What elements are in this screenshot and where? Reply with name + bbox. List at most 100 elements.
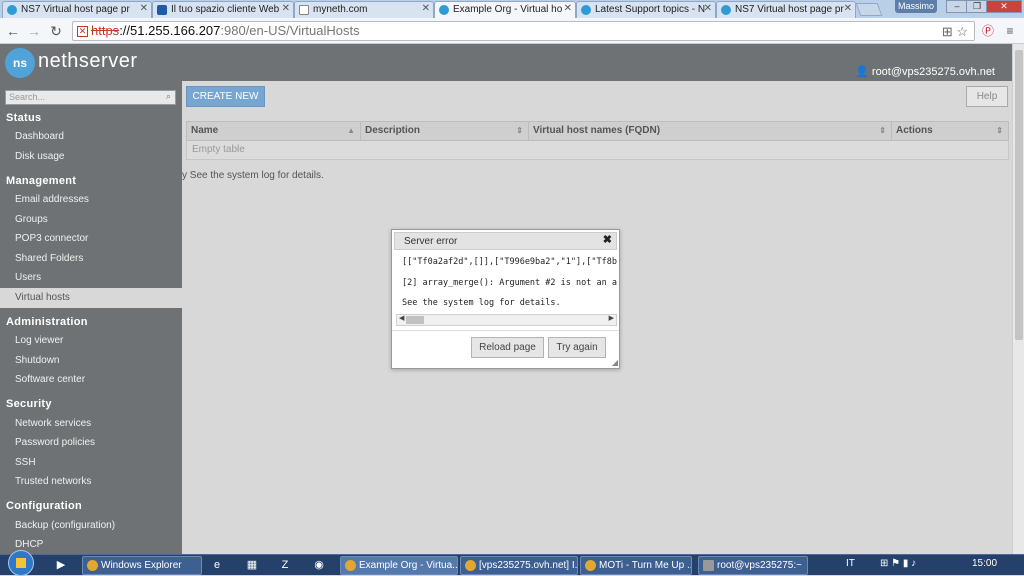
forward-arrow-icon[interactable]: → [25, 22, 43, 40]
try-again-button[interactable]: Try again [548, 337, 606, 358]
sidebar-item-log-viewer[interactable]: Log viewer [0, 331, 182, 351]
close-tab-icon[interactable]: ✕ [282, 3, 290, 14]
calculator-icon[interactable]: ▦ [243, 557, 261, 573]
search-icon[interactable]: ⌕ [166, 91, 171, 102]
nethserver-favicon-icon [439, 5, 449, 15]
minimize-icon[interactable]: – [946, 0, 968, 13]
page-scrollbar[interactable] [1012, 44, 1024, 554]
close-tab-icon[interactable]: ✕ [844, 3, 852, 14]
wix-favicon-icon [157, 5, 167, 15]
create-new-button[interactable]: CREATE NEW [186, 86, 265, 107]
window-close-icon[interactable]: ✕ [986, 0, 1022, 13]
close-tab-icon[interactable]: ✕ [422, 3, 430, 14]
tab-label: Latest Support topics - N [595, 4, 706, 15]
start-button-icon[interactable] [8, 550, 34, 576]
help-button[interactable]: Help [966, 86, 1008, 107]
sidebar-item-shared-folders[interactable]: Shared Folders [0, 249, 182, 269]
browser-tab[interactable]: Il tuo spazio cliente Web ✕ [152, 1, 294, 18]
chrome-icon [345, 560, 356, 571]
restore-icon[interactable]: ❐ [966, 0, 988, 13]
reload-page-button[interactable]: Reload page [471, 337, 544, 358]
sidebar-item-disk-usage[interactable]: Disk usage [0, 147, 182, 167]
browser-tab-active[interactable]: Example Org - Virtual ho ✕ [434, 1, 576, 18]
taskbar-task[interactable]: Windows Explorer [82, 556, 202, 575]
tray-icons[interactable]: ⊞ ⚑ ▮ ♪ [880, 558, 916, 569]
user-menu[interactable]: 👤 root@vps235275.ovh.net [855, 65, 995, 78]
nethserver-favicon-icon [721, 5, 731, 15]
sidebar-item-network-services[interactable]: Network services [0, 414, 182, 434]
firefox-icon[interactable]: ◉ [310, 557, 328, 573]
taskbar-task[interactable]: MOTi - Turn Me Up ... [580, 556, 692, 575]
column-header-name[interactable]: Name ▲ [187, 122, 361, 140]
taskbar-task[interactable]: [vps235275.ovh.net] I... [460, 556, 578, 575]
scroll-left-icon[interactable]: ◀ [399, 314, 404, 322]
media-player-icon[interactable]: ▶ [52, 557, 70, 573]
resize-grip-icon[interactable]: ◢ [612, 358, 618, 367]
taskbar-task-active[interactable]: Example Org - Virtua... [340, 556, 458, 575]
nethserver-favicon-icon [7, 5, 17, 15]
dialog-title-bar[interactable]: Server error [394, 232, 617, 250]
sidebar-item-trusted-networks[interactable]: Trusted networks [0, 472, 182, 492]
filezilla-icon[interactable]: Z [276, 557, 294, 573]
sidebar-item-password-policies[interactable]: Password policies [0, 433, 182, 453]
internet-explorer-icon[interactable]: e [208, 557, 226, 573]
browser-tab[interactable]: NS7 Virtual host page pr ✕ [716, 1, 856, 18]
insecure-lock-icon[interactable]: ✕ [77, 26, 88, 37]
sidebar-item-software-center[interactable]: Software center [0, 370, 182, 390]
back-arrow-icon[interactable]: ← [4, 22, 22, 40]
column-header-description[interactable]: Description ⇕ [361, 122, 529, 140]
sidebar-item-dashboard[interactable]: Dashboard [0, 127, 182, 147]
tab-label: myneth.com [313, 4, 368, 15]
dialog-horizontal-scrollbar[interactable]: ◀ ▶ [396, 314, 617, 326]
sidebar-item-shutdown[interactable]: Shutdown [0, 351, 182, 371]
sort-icon: ⇕ [996, 126, 1003, 135]
column-label: Description [365, 125, 421, 136]
sidebar-search-input[interactable]: Search... ⌕ [5, 90, 176, 105]
translate-star-icons[interactable]: ⊞ ☆ [942, 23, 968, 41]
menu-icon[interactable]: ≡ [1002, 23, 1018, 39]
column-header-fqdn[interactable]: Virtual host names (FQDN) ⇕ [529, 122, 892, 140]
tab-label: NS7 Virtual host page pr [21, 4, 130, 15]
sort-icon: ⇕ [516, 126, 523, 135]
address-bar[interactable]: ✕ https://51.255.166.207:980/en-US/Virtu… [72, 21, 975, 41]
chrome-icon [585, 560, 596, 571]
column-header-actions[interactable]: Actions ⇕ [892, 122, 1008, 140]
new-tab-button[interactable] [855, 3, 883, 16]
browser-tab[interactable]: Latest Support topics - N ✕ [576, 1, 716, 18]
column-label: Virtual host names (FQDN) [533, 125, 661, 136]
browser-user-badge[interactable]: Massimo [895, 0, 937, 13]
close-tab-icon[interactable]: ✕ [564, 3, 572, 14]
tab-label: Example Org - Virtual ho [453, 4, 563, 15]
sidebar-item-pop3-connector[interactable]: POP3 connector [0, 229, 182, 249]
sidebar-item-users[interactable]: Users [0, 268, 182, 288]
clock[interactable]: 15:00 [972, 558, 997, 569]
column-label: Name [191, 125, 219, 136]
task-label: Windows Explorer [101, 560, 182, 571]
browser-tab[interactable]: myneth.com ✕ [294, 1, 434, 18]
task-label: MOTi - Turn Me Up ... [599, 560, 692, 571]
sidebar-item-ssh[interactable]: SSH [0, 453, 182, 473]
reload-icon[interactable]: ↻ [47, 22, 65, 40]
sort-icon: ⇕ [879, 126, 886, 135]
close-tab-icon[interactable]: ✕ [140, 3, 148, 14]
url-scheme: https [91, 23, 120, 38]
browser-tab[interactable]: NS7 Virtual host page pr ✕ [2, 1, 152, 18]
sidebar-item-backup-configuration[interactable]: Backup (configuration) [0, 516, 182, 536]
close-tab-icon[interactable]: ✕ [704, 3, 712, 14]
nethserver-logo-icon: ns [5, 48, 35, 78]
sidebar-item-virtual-hosts[interactable]: Virtual hosts [0, 288, 182, 308]
taskbar-task[interactable]: root@vps235275:~ [698, 556, 808, 575]
folder-icon [87, 560, 98, 571]
error-line-hint: See the system log for details. [402, 298, 561, 308]
pinterest-icon[interactable]: Ⓟ [980, 23, 996, 39]
close-icon[interactable]: ✖ [603, 233, 612, 246]
language-indicator[interactable]: IT [846, 558, 855, 569]
virtual-hosts-table: Name ▲ Description ⇕ Virtual host names … [186, 121, 1009, 160]
tab-label: Il tuo spazio cliente Web [171, 4, 280, 15]
sidebar-item-email-addresses[interactable]: Email addresses [0, 190, 182, 210]
scrollbar-thumb[interactable] [1015, 50, 1023, 340]
scrollbar-thumb[interactable] [406, 316, 424, 324]
windows-taskbar: ▶ Windows Explorer e ▦ Z ◉ Example Org -… [0, 550, 1024, 576]
scroll-right-icon[interactable]: ▶ [609, 314, 614, 322]
sidebar-item-groups[interactable]: Groups [0, 210, 182, 230]
